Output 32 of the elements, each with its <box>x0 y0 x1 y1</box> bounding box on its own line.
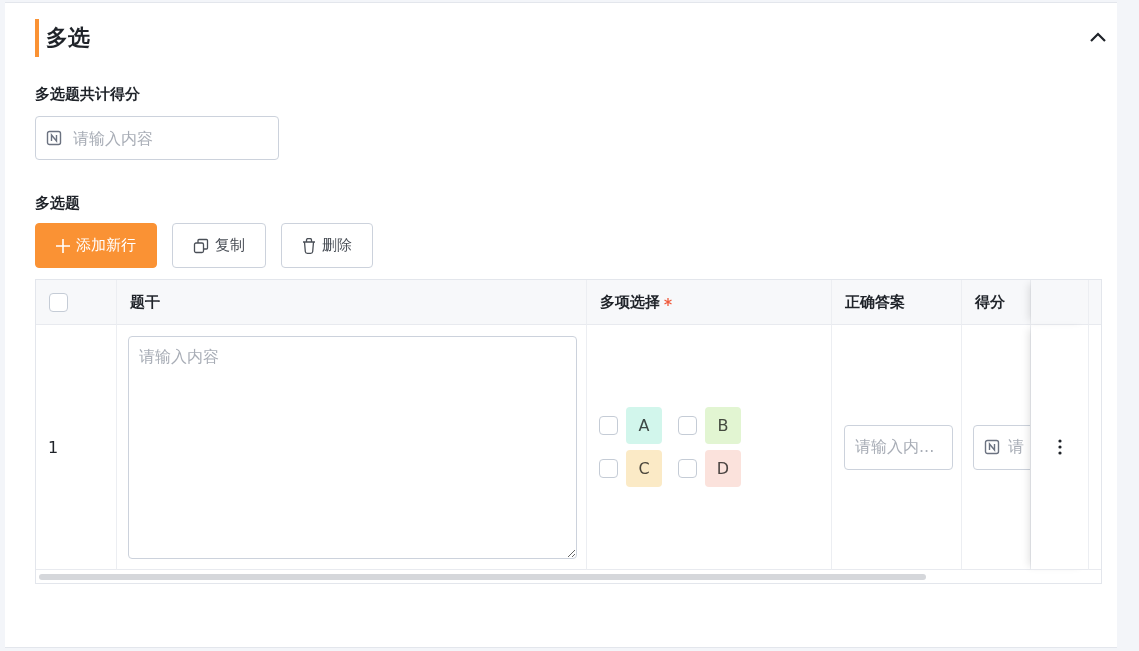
option-checkbox[interactable] <box>678 459 697 478</box>
copy-button[interactable]: 复制 <box>172 223 266 268</box>
score-input[interactable]: 请 <box>973 424 1030 470</box>
option-checkbox[interactable] <box>678 416 697 435</box>
option-tag: C <box>626 450 662 487</box>
column-header: 得分 <box>975 292 1005 312</box>
number-icon <box>46 130 62 146</box>
copy-icon <box>193 237 209 254</box>
option-tag: D <box>705 450 741 487</box>
delete-button[interactable]: 删除 <box>281 223 373 268</box>
scrollbar[interactable] <box>39 574 926 580</box>
add-button[interactable]: 添加新行 <box>35 223 157 268</box>
row-number: 1 <box>48 437 59 457</box>
column-header: 正确答案 <box>845 292 905 312</box>
select-all-checkbox[interactable] <box>49 292 68 312</box>
answer-input[interactable]: 请输入内... <box>844 424 953 470</box>
score-input[interactable]: 请输入内容 <box>35 116 279 160</box>
column-header: 题干 <box>130 292 160 312</box>
stem-textarea[interactable]: 请输入内容 <box>128 335 577 559</box>
section-title: 多选 <box>35 19 90 57</box>
option-checkbox[interactable] <box>599 459 618 478</box>
plus-icon <box>56 238 70 253</box>
option-checkbox[interactable] <box>599 416 618 435</box>
trash-icon <box>302 237 316 254</box>
required-icon <box>664 298 672 306</box>
option-tag: B <box>705 407 741 444</box>
column-header: 多项选择 <box>600 292 660 312</box>
field-label: 多选题 <box>35 194 81 213</box>
number-icon <box>984 439 1000 455</box>
more-icon[interactable] <box>1056 438 1063 456</box>
field-label: 多选题共计得分 <box>35 85 141 104</box>
option-tag: A <box>626 407 662 444</box>
